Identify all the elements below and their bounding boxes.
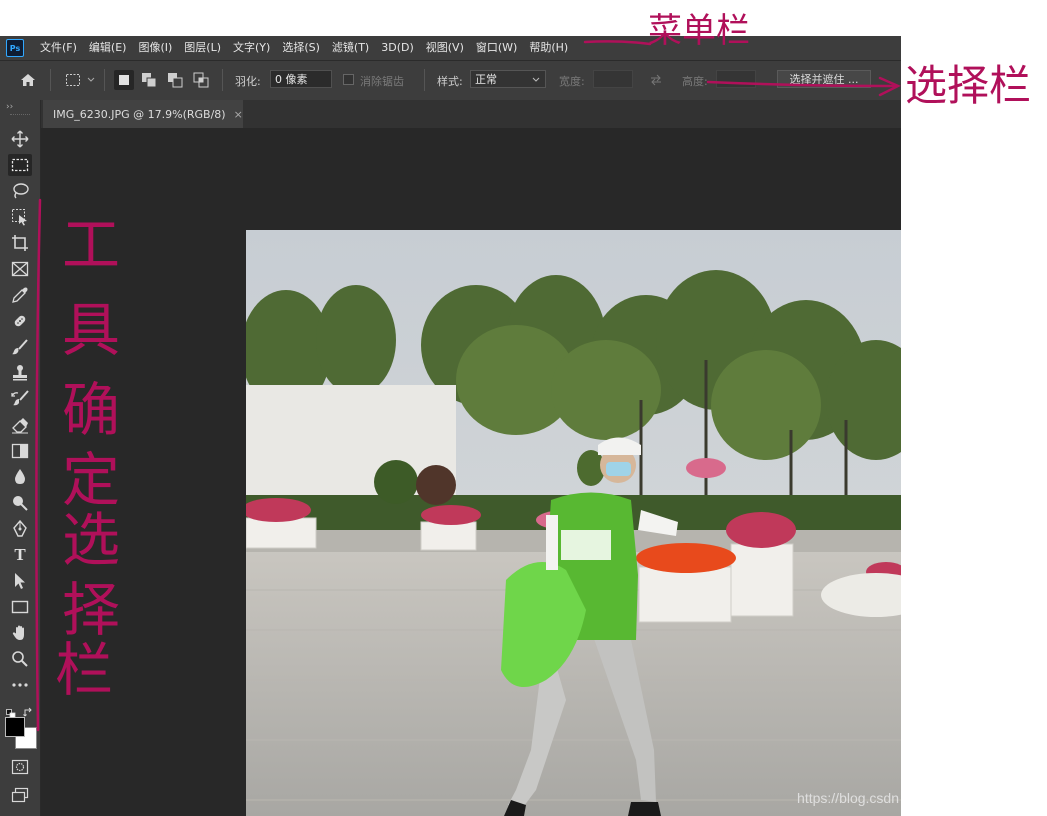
annotation-options-bar: 选择栏 [905, 61, 1031, 110]
annotation-toolbar-char-3: 确 [62, 376, 120, 444]
annotation-toolbar-char-4: 定 [62, 446, 120, 514]
annotation-toolbar-char-7: 栏 [55, 636, 113, 704]
annotation-layer: 菜单栏 选择栏 工 具 确 定 选 择 栏 [35, 11, 1031, 732]
annotation-arrows [35, 40, 901, 732]
annotation-menu-bar: 菜单栏 [648, 11, 750, 51]
annotation-toolbar: 工 具 确 定 选 择 栏 [55, 211, 138, 704]
annotation-toolbar-char-2: 具 [62, 296, 120, 364]
annotation-toolbar-char-5: 选 [62, 506, 120, 574]
annotation-toolbar-char-6: 择 [62, 576, 120, 644]
annotation-toolbar-char-1: 工 [62, 211, 120, 279]
